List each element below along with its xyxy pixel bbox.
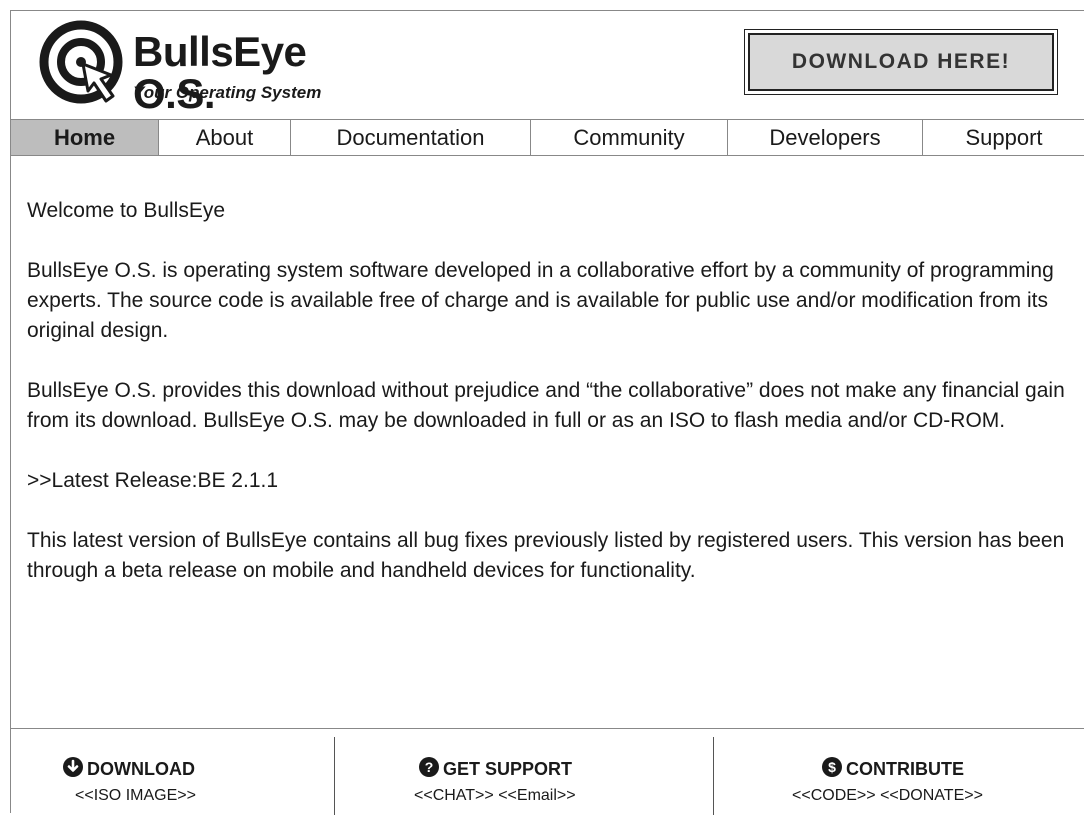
footer-contribute-label: CONTRIBUTE bbox=[846, 759, 964, 779]
download-circle-icon bbox=[63, 757, 83, 782]
footer: DOWNLOAD <<ISO IMAGE>> ? GET SUPPORT <<C… bbox=[11, 728, 1084, 815]
dollar-circle-icon: $ bbox=[822, 757, 842, 782]
footer-download-links: <<ISO IMAGE>> bbox=[75, 787, 196, 805]
footer-contribute-title[interactable]: $ CONTRIBUTE bbox=[822, 757, 964, 782]
code-link[interactable]: <<CODE>> bbox=[792, 787, 876, 804]
nav-item-support[interactable]: Support bbox=[923, 120, 1084, 155]
nav-item-community[interactable]: Community bbox=[531, 120, 728, 155]
intro-paragraph: BullsEye O.S. is operating system softwa… bbox=[27, 259, 1054, 342]
footer-support-links: <<CHAT>> <<Email>> bbox=[414, 787, 576, 805]
donate-link[interactable]: <<DONATE>> bbox=[880, 787, 983, 804]
nav-item-documentation[interactable]: Documentation bbox=[291, 120, 531, 155]
main-nav: Home About Documentation Community Devel… bbox=[11, 119, 1084, 156]
footer-download-label: DOWNLOAD bbox=[87, 759, 195, 779]
brand-tagline: Your Operating System bbox=[133, 83, 322, 102]
nav-item-developers[interactable]: Developers bbox=[728, 120, 923, 155]
question-circle-icon: ? bbox=[419, 757, 439, 782]
download-here-button[interactable]: DOWNLOAD HERE! bbox=[744, 29, 1058, 95]
footer-divider bbox=[334, 737, 335, 815]
email-link[interactable]: <<Email>> bbox=[498, 787, 575, 804]
footer-support-label: GET SUPPORT bbox=[443, 759, 573, 779]
footer-download-title[interactable]: DOWNLOAD bbox=[63, 757, 195, 782]
main-content: Welcome to BullsEye BullsEye O.S. is ope… bbox=[27, 196, 1077, 616]
page-frame: BullsEye O.S. Your Operating System DOWN… bbox=[10, 10, 1084, 815]
footer-support-title[interactable]: ? GET SUPPORT bbox=[419, 757, 572, 782]
bullseye-target-icon bbox=[39, 20, 123, 104]
brand-name: BullsEye O.S. bbox=[133, 28, 307, 117]
chat-link[interactable]: <<CHAT>> bbox=[414, 787, 494, 804]
footer-contribute-links: <<CODE>> <<DONATE>> bbox=[792, 787, 983, 805]
footer-divider bbox=[713, 737, 714, 815]
svg-text:$: $ bbox=[828, 759, 836, 775]
iso-image-link[interactable]: <<ISO IMAGE>> bbox=[75, 787, 196, 804]
latest-release-link[interactable]: >>Latest Release:BE 2.1.1 bbox=[27, 466, 1077, 496]
svg-text:?: ? bbox=[425, 759, 434, 775]
header: BullsEye O.S. Your Operating System DOWN… bbox=[11, 11, 1084, 119]
download-paragraph: BullsEye O.S. provides this download wit… bbox=[27, 379, 1065, 432]
nav-item-home[interactable]: Home bbox=[11, 120, 159, 155]
nav-item-about[interactable]: About bbox=[159, 120, 291, 155]
welcome-heading: Welcome to BullsEye bbox=[27, 199, 226, 222]
logo[interactable]: BullsEye O.S. Your Operating System bbox=[36, 19, 376, 115]
release-notes-paragraph: This latest version of BullsEye contains… bbox=[27, 529, 1065, 582]
